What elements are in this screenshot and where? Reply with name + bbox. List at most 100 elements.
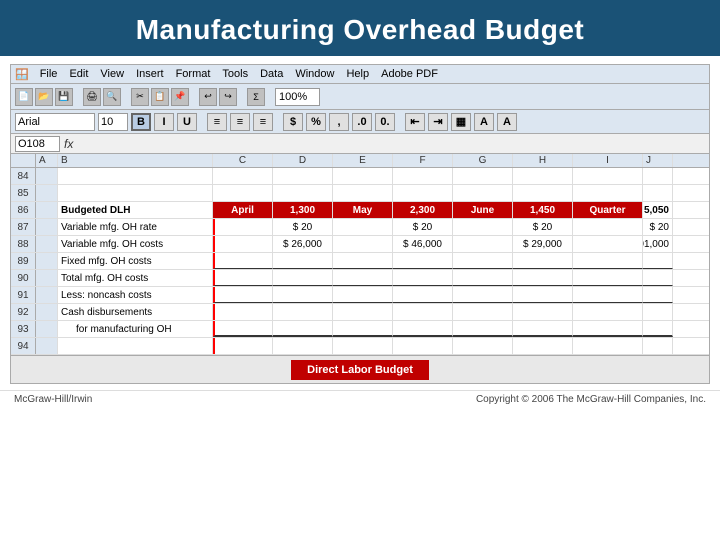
align-left-btn[interactable]: ≡	[207, 113, 227, 131]
percent-btn[interactable]: %	[306, 113, 326, 131]
dec-increase-btn[interactable]: .0	[352, 113, 372, 131]
menu-window[interactable]: Window	[290, 67, 339, 81]
col-header-f: F	[393, 154, 453, 167]
cell-91-f	[393, 287, 453, 303]
cell-88-i	[573, 236, 643, 252]
cut-btn[interactable]: ✂	[131, 88, 149, 106]
cell-91-j	[643, 287, 673, 303]
cell-90-i	[573, 270, 643, 286]
cell-90-e	[333, 270, 393, 286]
preview-btn[interactable]: 🔍	[103, 88, 121, 106]
print-btn[interactable]: 🖨	[83, 88, 101, 106]
row-num-85: 85	[11, 185, 36, 201]
cell-92-g	[453, 304, 513, 320]
save-btn[interactable]: 💾	[55, 88, 73, 106]
cell-84-d	[273, 168, 333, 184]
cell-93-h	[513, 321, 573, 337]
sum-btn[interactable]: Σ	[247, 88, 265, 106]
direct-labor-budget-btn[interactable]: Direct Labor Budget	[291, 360, 429, 380]
cell-86-april: April	[213, 202, 273, 218]
col-header-d: D	[273, 154, 333, 167]
col-header-i: I	[573, 154, 643, 167]
align-right-btn[interactable]: ≡	[253, 113, 273, 131]
menu-help[interactable]: Help	[341, 67, 374, 81]
col-header-a: A	[36, 154, 58, 167]
cell-94-e	[333, 338, 393, 354]
cell-87-g	[453, 219, 513, 235]
cell-84-b	[58, 168, 213, 184]
cell-88-b: Variable mfg. OH costs	[58, 236, 213, 252]
cell-84-a	[36, 168, 58, 184]
cell-87-j: $ 20	[643, 219, 673, 235]
footer: McGraw-Hill/Irwin Copyright © 2006 The M…	[0, 390, 720, 408]
cell-91-a	[36, 287, 58, 303]
cell-92-i	[573, 304, 643, 320]
cell-85-d	[273, 185, 333, 201]
copy-btn[interactable]: 📋	[151, 88, 169, 106]
cell-85-g	[453, 185, 513, 201]
menu-insert[interactable]: Insert	[131, 67, 169, 81]
menu-view[interactable]: View	[95, 67, 129, 81]
cell-92-a	[36, 304, 58, 320]
zoom-input[interactable]	[275, 88, 320, 106]
table-row: 89 Fixed mfg. OH costs	[11, 253, 709, 270]
new-btn[interactable]: 📄	[15, 88, 33, 106]
cell-90-b: Total mfg. OH costs	[58, 270, 213, 286]
currency-btn[interactable]: $	[283, 113, 303, 131]
cell-89-d	[273, 253, 333, 269]
cell-91-g	[453, 287, 513, 303]
page-title: Manufacturing Overhead Budget	[0, 0, 720, 56]
cell-ref-input[interactable]	[15, 136, 60, 152]
excel-window: 🪟 File Edit View Insert Format Tools Dat…	[10, 64, 710, 384]
cell-94-f	[393, 338, 453, 354]
fill-color-btn[interactable]: A	[474, 113, 494, 131]
font-select[interactable]	[15, 113, 95, 131]
table-row: 93 for manufacturing OH	[11, 321, 709, 338]
bottom-nav: Direct Labor Budget	[11, 355, 709, 383]
align-center-btn[interactable]: ≡	[230, 113, 250, 131]
cell-89-c	[213, 253, 273, 269]
table-row: 94	[11, 338, 709, 355]
redo-btn[interactable]: ↪	[219, 88, 237, 106]
menu-edit[interactable]: Edit	[64, 67, 93, 81]
table-row: 90 Total mfg. OH costs	[11, 270, 709, 287]
cell-86-june: June	[453, 202, 513, 218]
menu-file[interactable]: File	[35, 67, 63, 81]
bold-btn[interactable]: B	[131, 113, 151, 131]
cell-87-b: Variable mfg. OH rate	[58, 219, 213, 235]
cell-86-april-val: 1,300	[273, 202, 333, 218]
cell-85-h	[513, 185, 573, 201]
dec-decrease-btn[interactable]: 0.	[375, 113, 395, 131]
cell-88-g	[453, 236, 513, 252]
paste-btn[interactable]: 📌	[171, 88, 189, 106]
cell-87-i	[573, 219, 643, 235]
cell-92-f	[393, 304, 453, 320]
cell-85-c	[213, 185, 273, 201]
cell-94-h	[513, 338, 573, 354]
border-btn[interactable]: ▦	[451, 113, 471, 131]
menu-tools[interactable]: Tools	[217, 67, 253, 81]
cell-88-e	[333, 236, 393, 252]
cell-89-i	[573, 253, 643, 269]
font-color-btn[interactable]: A	[497, 113, 517, 131]
menu-format[interactable]: Format	[171, 67, 216, 81]
cell-84-c	[213, 168, 273, 184]
cell-93-c	[213, 321, 273, 337]
cell-85-e	[333, 185, 393, 201]
open-btn[interactable]: 📂	[35, 88, 53, 106]
cell-89-b: Fixed mfg. OH costs	[58, 253, 213, 269]
menu-adobe[interactable]: Adobe PDF	[376, 67, 443, 81]
indent-decrease-btn[interactable]: ⇤	[405, 113, 425, 131]
undo-btn[interactable]: ↩	[199, 88, 217, 106]
cell-87-c	[213, 219, 273, 235]
comma-btn[interactable]: ,	[329, 113, 349, 131]
menu-data[interactable]: Data	[255, 67, 288, 81]
font-size[interactable]	[98, 113, 128, 131]
indent-increase-btn[interactable]: ⇥	[428, 113, 448, 131]
footer-left: McGraw-Hill/Irwin	[14, 394, 92, 405]
cell-87-e	[333, 219, 393, 235]
toolbar: 📄 📂 💾 🖨 🔍 ✂ 📋 📌 ↩ ↪ Σ	[11, 84, 709, 110]
cell-89-a	[36, 253, 58, 269]
italic-btn[interactable]: I	[154, 113, 174, 131]
underline-btn[interactable]: U	[177, 113, 197, 131]
